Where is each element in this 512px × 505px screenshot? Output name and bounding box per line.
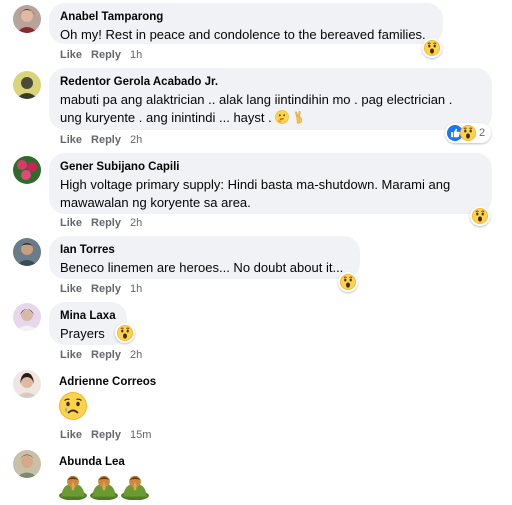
- reaction-badge[interactable]: [422, 38, 442, 58]
- timestamp[interactable]: 2h: [130, 349, 142, 361]
- reply-button[interactable]: Reply: [91, 429, 121, 441]
- comment-text-line: ung kuryente . ang inintindi ... hayst .: [60, 110, 272, 125]
- timestamp[interactable]: 1h: [130, 283, 142, 295]
- reaction-badge[interactable]: [470, 206, 490, 226]
- reply-button[interactable]: Reply: [91, 283, 121, 295]
- avatar[interactable]: [13, 156, 41, 184]
- reaction-badge[interactable]: [338, 272, 358, 292]
- timestamp[interactable]: 15m: [130, 429, 151, 441]
- like-button[interactable]: Like: [60, 429, 82, 441]
- comment-bubble: Gener Subijano Capili High voltage prima…: [49, 153, 492, 214]
- comment-text: High voltage primary supply: Hindi basta…: [60, 176, 481, 212]
- sad-face-icon: [58, 391, 88, 421]
- comment-actions: Like Reply 1h: [60, 283, 151, 295]
- comment-text: mabuti pa ang alaktrician .. alak lang i…: [60, 91, 481, 127]
- like-button[interactable]: Like: [60, 134, 82, 146]
- wow-icon: [424, 40, 440, 56]
- wow-icon: [340, 274, 356, 290]
- reply-button[interactable]: Reply: [91, 134, 121, 146]
- comment-author[interactable]: Redentor Gerola Acabado Jr.: [60, 75, 481, 89]
- timestamp[interactable]: 2h: [130, 134, 142, 146]
- praying-person-icon: [120, 474, 150, 500]
- reply-button[interactable]: Reply: [91, 49, 121, 61]
- comment-bubble: Ian Torres Beneco linemen are heroes... …: [49, 236, 360, 279]
- comment-author[interactable]: Gener Subijano Capili: [60, 160, 481, 174]
- avatar[interactable]: [13, 303, 41, 331]
- comment-actions: Like Reply 2h: [60, 217, 151, 229]
- comment-actions: Like Reply 2h: [60, 349, 151, 361]
- avatar[interactable]: [13, 370, 41, 398]
- comment-text-line: mabuti pa ang alaktrician .. alak lang i…: [60, 92, 453, 107]
- reaction-badge[interactable]: [115, 323, 135, 343]
- comment-author[interactable]: Anabel Tamparong: [60, 10, 432, 24]
- praying-person-icon: [58, 474, 88, 500]
- avatar[interactable]: [13, 71, 41, 99]
- timestamp[interactable]: 1h: [130, 49, 142, 61]
- comment-actions: Like Reply 15m: [60, 429, 160, 441]
- comment-text: Prayers: [60, 326, 105, 341]
- like-button[interactable]: Like: [60, 349, 82, 361]
- victory-hand-icon: [292, 110, 306, 124]
- reply-button[interactable]: Reply: [91, 349, 121, 361]
- like-button[interactable]: Like: [60, 217, 82, 229]
- comment-text: Beneco linemen are heroes... No doubt ab…: [60, 260, 344, 275]
- comment-bubble: Anabel Tamparong Oh my! Rest in peace an…: [49, 3, 443, 44]
- comment-text-line: High voltage primary supply: Hindi basta…: [60, 177, 451, 192]
- like-button[interactable]: Like: [60, 283, 82, 295]
- avatar[interactable]: [13, 450, 41, 478]
- reply-button[interactable]: Reply: [91, 217, 121, 229]
- comment-author[interactable]: Ian Torres: [60, 243, 349, 257]
- wow-icon: [460, 125, 476, 141]
- comment-bubble: Mina Laxa Prayers: [49, 302, 127, 345]
- like-button[interactable]: Like: [60, 49, 82, 61]
- wow-icon: [472, 208, 488, 224]
- reaction-badge[interactable]: 2: [445, 123, 492, 143]
- comment-bubble: Redentor Gerola Acabado Jr. mabuti pa an…: [49, 68, 492, 130]
- praying-person-icon: [89, 474, 119, 500]
- wow-icon: [117, 325, 133, 341]
- comment-text-line: mawawalan ng koryente sa area.: [60, 195, 251, 210]
- avatar[interactable]: [13, 238, 41, 266]
- comment-actions: Like Reply 2h: [60, 134, 151, 146]
- avatar[interactable]: [13, 5, 41, 33]
- comment-author[interactable]: Abunda Lea: [59, 455, 125, 469]
- comment-author[interactable]: Adrienne Correos: [59, 375, 156, 389]
- reaction-count: 2: [479, 127, 486, 139]
- timestamp[interactable]: 2h: [130, 217, 142, 229]
- comment-text: Oh my! Rest in peace and condolence to t…: [60, 27, 426, 42]
- thinking-face-icon: [275, 110, 289, 124]
- comment-actions: Like Reply 1h: [60, 49, 151, 61]
- comment-author[interactable]: Mina Laxa: [60, 309, 116, 323]
